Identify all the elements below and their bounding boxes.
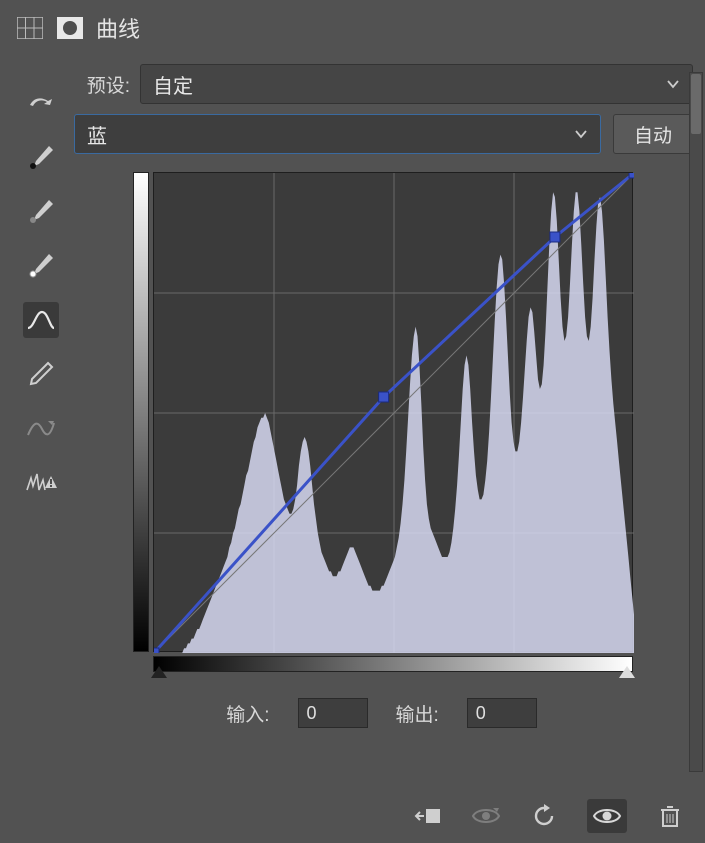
scrollbar[interactable]	[689, 72, 703, 772]
curve-point-tool[interactable]	[23, 302, 59, 338]
preset-label: 预设:	[70, 71, 130, 98]
smooth-tool[interactable]	[23, 410, 59, 446]
preset-select[interactable]: 自定	[140, 64, 693, 104]
io-readout: 输入: 输出:	[226, 698, 537, 728]
tool-column	[12, 64, 70, 728]
output-label: 输出:	[396, 700, 439, 727]
eyedropper-black-tool[interactable]	[23, 140, 59, 176]
clip-to-layer-icon[interactable]	[413, 803, 443, 829]
chevron-down-icon	[666, 77, 680, 91]
panel-header: 曲线	[12, 6, 693, 54]
output-field[interactable]	[467, 698, 537, 728]
eyedropper-white-tool[interactable]	[23, 248, 59, 284]
panel-footer	[413, 799, 685, 833]
finger-scrubby-tool[interactable]	[23, 86, 59, 122]
input-label: 输入:	[226, 700, 269, 727]
clip-warning-tool[interactable]	[23, 464, 59, 500]
mask-icon[interactable]	[56, 16, 84, 40]
scrollbar-thumb[interactable]	[691, 74, 701, 134]
trash-icon[interactable]	[655, 803, 685, 829]
reset-icon[interactable]	[529, 803, 559, 829]
channel-value: 蓝	[87, 120, 107, 149]
input-field[interactable]	[298, 698, 368, 728]
curve-editor[interactable]	[153, 172, 633, 652]
visibility-icon[interactable]	[587, 799, 627, 833]
preset-value: 自定	[153, 70, 193, 99]
panel-title: 曲线	[96, 12, 140, 44]
chevron-down-icon	[574, 127, 588, 141]
curve-canvas[interactable]	[154, 173, 634, 653]
adjustment-icon[interactable]	[16, 16, 44, 40]
pencil-tool[interactable]	[23, 356, 59, 392]
view-previous-icon[interactable]	[471, 803, 501, 829]
white-point-slider[interactable]	[619, 666, 635, 678]
channel-select[interactable]: 蓝	[74, 114, 601, 154]
auto-button[interactable]: 自动	[613, 114, 693, 154]
eyedropper-gray-tool[interactable]	[23, 194, 59, 230]
black-point-slider[interactable]	[151, 666, 167, 678]
output-gradient	[133, 172, 149, 652]
